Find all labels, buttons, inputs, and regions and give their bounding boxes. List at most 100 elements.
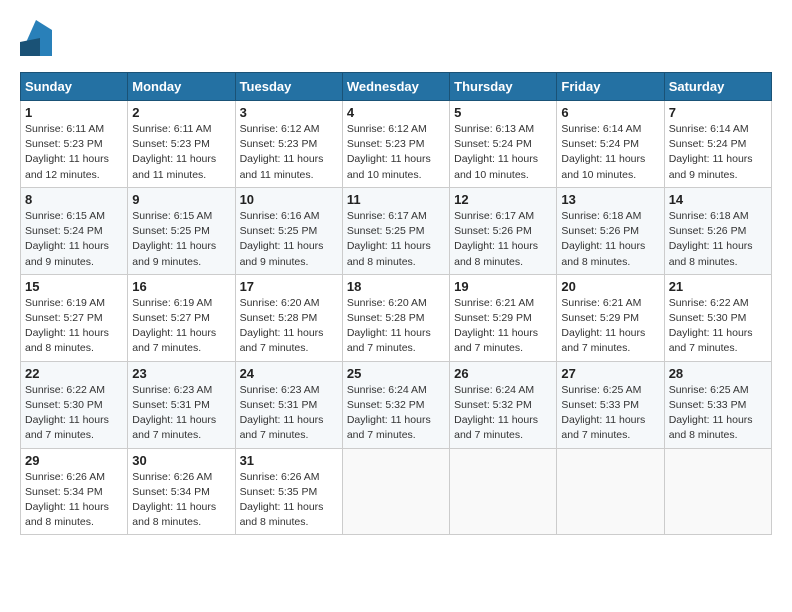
day-number: 20 (561, 279, 659, 294)
calendar-cell: 31 Sunrise: 6:26 AM Sunset: 5:35 PM Dayl… (235, 448, 342, 535)
day-number: 5 (454, 105, 552, 120)
calendar-cell (450, 448, 557, 535)
calendar-cell: 21 Sunrise: 6:22 AM Sunset: 5:30 PM Dayl… (664, 274, 771, 361)
day-number: 22 (25, 366, 123, 381)
day-number: 25 (347, 366, 445, 381)
day-info: Sunrise: 6:26 AM Sunset: 5:34 PM Dayligh… (132, 470, 230, 531)
weekday-header: Thursday (450, 73, 557, 101)
day-number: 1 (25, 105, 123, 120)
day-info: Sunrise: 6:17 AM Sunset: 5:25 PM Dayligh… (347, 209, 445, 270)
day-info: Sunrise: 6:19 AM Sunset: 5:27 PM Dayligh… (132, 296, 230, 357)
calendar-cell: 9 Sunrise: 6:15 AM Sunset: 5:25 PM Dayli… (128, 187, 235, 274)
day-info: Sunrise: 6:23 AM Sunset: 5:31 PM Dayligh… (240, 383, 338, 444)
day-info: Sunrise: 6:14 AM Sunset: 5:24 PM Dayligh… (561, 122, 659, 183)
day-number: 27 (561, 366, 659, 381)
day-number: 18 (347, 279, 445, 294)
calendar-week-row: 29 Sunrise: 6:26 AM Sunset: 5:34 PM Dayl… (21, 448, 772, 535)
day-number: 17 (240, 279, 338, 294)
day-number: 9 (132, 192, 230, 207)
day-info: Sunrise: 6:26 AM Sunset: 5:34 PM Dayligh… (25, 470, 123, 531)
calendar-cell: 13 Sunrise: 6:18 AM Sunset: 5:26 PM Dayl… (557, 187, 664, 274)
calendar-cell: 24 Sunrise: 6:23 AM Sunset: 5:31 PM Dayl… (235, 361, 342, 448)
calendar-cell: 7 Sunrise: 6:14 AM Sunset: 5:24 PM Dayli… (664, 101, 771, 188)
calendar-cell: 15 Sunrise: 6:19 AM Sunset: 5:27 PM Dayl… (21, 274, 128, 361)
day-info: Sunrise: 6:15 AM Sunset: 5:24 PM Dayligh… (25, 209, 123, 270)
calendar-cell: 5 Sunrise: 6:13 AM Sunset: 5:24 PM Dayli… (450, 101, 557, 188)
weekday-header: Tuesday (235, 73, 342, 101)
day-info: Sunrise: 6:13 AM Sunset: 5:24 PM Dayligh… (454, 122, 552, 183)
calendar-cell: 11 Sunrise: 6:17 AM Sunset: 5:25 PM Dayl… (342, 187, 449, 274)
day-info: Sunrise: 6:26 AM Sunset: 5:35 PM Dayligh… (240, 470, 338, 531)
day-number: 30 (132, 453, 230, 468)
calendar-cell: 23 Sunrise: 6:23 AM Sunset: 5:31 PM Dayl… (128, 361, 235, 448)
calendar-cell (342, 448, 449, 535)
calendar-cell: 1 Sunrise: 6:11 AM Sunset: 5:23 PM Dayli… (21, 101, 128, 188)
calendar-week-row: 1 Sunrise: 6:11 AM Sunset: 5:23 PM Dayli… (21, 101, 772, 188)
day-number: 29 (25, 453, 123, 468)
day-number: 26 (454, 366, 552, 381)
calendar-cell: 30 Sunrise: 6:26 AM Sunset: 5:34 PM Dayl… (128, 448, 235, 535)
calendar-cell: 18 Sunrise: 6:20 AM Sunset: 5:28 PM Dayl… (342, 274, 449, 361)
day-number: 2 (132, 105, 230, 120)
calendar-cell: 16 Sunrise: 6:19 AM Sunset: 5:27 PM Dayl… (128, 274, 235, 361)
day-number: 3 (240, 105, 338, 120)
day-number: 24 (240, 366, 338, 381)
day-number: 12 (454, 192, 552, 207)
calendar-week-row: 22 Sunrise: 6:22 AM Sunset: 5:30 PM Dayl… (21, 361, 772, 448)
weekday-header: Wednesday (342, 73, 449, 101)
day-info: Sunrise: 6:18 AM Sunset: 5:26 PM Dayligh… (669, 209, 767, 270)
day-info: Sunrise: 6:24 AM Sunset: 5:32 PM Dayligh… (454, 383, 552, 444)
day-number: 19 (454, 279, 552, 294)
calendar-cell: 29 Sunrise: 6:26 AM Sunset: 5:34 PM Dayl… (21, 448, 128, 535)
logo-icon-svg (20, 20, 52, 56)
calendar-cell (557, 448, 664, 535)
calendar-cell: 17 Sunrise: 6:20 AM Sunset: 5:28 PM Dayl… (235, 274, 342, 361)
calendar-week-row: 15 Sunrise: 6:19 AM Sunset: 5:27 PM Dayl… (21, 274, 772, 361)
day-info: Sunrise: 6:19 AM Sunset: 5:27 PM Dayligh… (25, 296, 123, 357)
calendar-cell: 6 Sunrise: 6:14 AM Sunset: 5:24 PM Dayli… (557, 101, 664, 188)
day-number: 15 (25, 279, 123, 294)
day-number: 11 (347, 192, 445, 207)
weekday-header: Friday (557, 73, 664, 101)
calendar-cell: 3 Sunrise: 6:12 AM Sunset: 5:23 PM Dayli… (235, 101, 342, 188)
day-info: Sunrise: 6:22 AM Sunset: 5:30 PM Dayligh… (25, 383, 123, 444)
day-info: Sunrise: 6:21 AM Sunset: 5:29 PM Dayligh… (454, 296, 552, 357)
day-number: 21 (669, 279, 767, 294)
day-info: Sunrise: 6:14 AM Sunset: 5:24 PM Dayligh… (669, 122, 767, 183)
day-number: 7 (669, 105, 767, 120)
day-info: Sunrise: 6:21 AM Sunset: 5:29 PM Dayligh… (561, 296, 659, 357)
day-number: 13 (561, 192, 659, 207)
day-number: 23 (132, 366, 230, 381)
day-info: Sunrise: 6:12 AM Sunset: 5:23 PM Dayligh… (240, 122, 338, 183)
day-info: Sunrise: 6:17 AM Sunset: 5:26 PM Dayligh… (454, 209, 552, 270)
day-info: Sunrise: 6:25 AM Sunset: 5:33 PM Dayligh… (561, 383, 659, 444)
day-info: Sunrise: 6:16 AM Sunset: 5:25 PM Dayligh… (240, 209, 338, 270)
day-number: 10 (240, 192, 338, 207)
logo (20, 20, 56, 56)
day-info: Sunrise: 6:24 AM Sunset: 5:32 PM Dayligh… (347, 383, 445, 444)
calendar-cell: 19 Sunrise: 6:21 AM Sunset: 5:29 PM Dayl… (450, 274, 557, 361)
day-info: Sunrise: 6:25 AM Sunset: 5:33 PM Dayligh… (669, 383, 767, 444)
day-info: Sunrise: 6:22 AM Sunset: 5:30 PM Dayligh… (669, 296, 767, 357)
calendar-cell: 8 Sunrise: 6:15 AM Sunset: 5:24 PM Dayli… (21, 187, 128, 274)
calendar-cell: 14 Sunrise: 6:18 AM Sunset: 5:26 PM Dayl… (664, 187, 771, 274)
weekday-header: Sunday (21, 73, 128, 101)
day-number: 6 (561, 105, 659, 120)
day-info: Sunrise: 6:20 AM Sunset: 5:28 PM Dayligh… (347, 296, 445, 357)
day-info: Sunrise: 6:12 AM Sunset: 5:23 PM Dayligh… (347, 122, 445, 183)
day-number: 8 (25, 192, 123, 207)
calendar-cell: 28 Sunrise: 6:25 AM Sunset: 5:33 PM Dayl… (664, 361, 771, 448)
calendar-cell: 20 Sunrise: 6:21 AM Sunset: 5:29 PM Dayl… (557, 274, 664, 361)
calendar-week-row: 8 Sunrise: 6:15 AM Sunset: 5:24 PM Dayli… (21, 187, 772, 274)
page-header (20, 20, 772, 56)
day-info: Sunrise: 6:20 AM Sunset: 5:28 PM Dayligh… (240, 296, 338, 357)
calendar-cell: 12 Sunrise: 6:17 AM Sunset: 5:26 PM Dayl… (450, 187, 557, 274)
calendar-cell: 26 Sunrise: 6:24 AM Sunset: 5:32 PM Dayl… (450, 361, 557, 448)
day-info: Sunrise: 6:11 AM Sunset: 5:23 PM Dayligh… (25, 122, 123, 183)
day-info: Sunrise: 6:11 AM Sunset: 5:23 PM Dayligh… (132, 122, 230, 183)
calendar-table: SundayMondayTuesdayWednesdayThursdayFrid… (20, 72, 772, 535)
calendar-cell: 10 Sunrise: 6:16 AM Sunset: 5:25 PM Dayl… (235, 187, 342, 274)
calendar-cell: 22 Sunrise: 6:22 AM Sunset: 5:30 PM Dayl… (21, 361, 128, 448)
weekday-header: Saturday (664, 73, 771, 101)
calendar-cell: 4 Sunrise: 6:12 AM Sunset: 5:23 PM Dayli… (342, 101, 449, 188)
